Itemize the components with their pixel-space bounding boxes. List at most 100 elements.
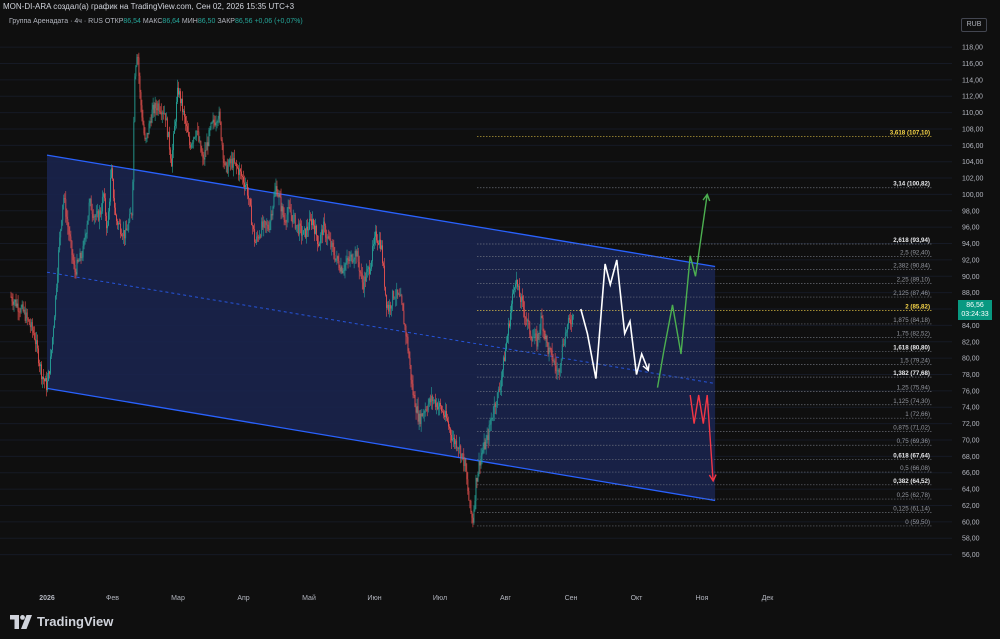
candle-body xyxy=(557,370,559,371)
candle-body xyxy=(533,337,535,339)
time-axis-label: Дек xyxy=(762,595,775,602)
candle-body xyxy=(255,241,257,243)
candle-body xyxy=(18,311,20,313)
candle-body xyxy=(302,230,304,235)
candle-body xyxy=(251,205,252,225)
candle-body xyxy=(259,235,261,239)
candle-body xyxy=(459,445,461,449)
candle-body xyxy=(87,215,89,225)
candle-body xyxy=(226,162,228,173)
candle-body xyxy=(432,400,434,402)
candle-body xyxy=(130,213,132,215)
candle-body xyxy=(142,117,144,125)
candle-body xyxy=(43,376,44,380)
symbol-name[interactable]: Группа Аренадата · 4ч · RUS xyxy=(9,18,103,25)
candle-body xyxy=(280,196,282,212)
candle-body xyxy=(562,344,564,346)
candle-body xyxy=(128,221,130,230)
candle-body xyxy=(356,251,358,257)
candle-body xyxy=(320,234,322,244)
symbol-legend[interactable]: Группа Аренадата · 4ч · RUS ОТКР86,54 МА… xyxy=(9,18,303,25)
candle-body xyxy=(169,149,171,159)
fib-level-label: 3,618 (107,10) xyxy=(890,129,930,136)
candle-body xyxy=(381,245,382,249)
time-axis-label: Фев xyxy=(106,595,119,602)
candle-body xyxy=(176,101,177,122)
candle-body xyxy=(456,440,458,449)
candle-body xyxy=(394,297,396,299)
candle-body xyxy=(461,453,463,458)
candle-body xyxy=(517,279,518,287)
candle-body xyxy=(49,371,50,374)
candle-body xyxy=(450,428,451,435)
candle-body xyxy=(48,371,49,381)
candle-body xyxy=(25,312,27,321)
candle-body xyxy=(244,182,245,188)
candle-body xyxy=(40,364,41,366)
candle-body xyxy=(550,348,552,350)
candle-body xyxy=(365,271,367,282)
candle-body xyxy=(240,169,241,172)
candle-body xyxy=(325,225,327,238)
price-chart[interactable]: 3,618 (107,10) 3,14 (100,82) 2,618 (93,94)… xyxy=(0,0,1000,639)
candle-body xyxy=(399,294,401,297)
candle-body xyxy=(373,244,374,247)
candle-body xyxy=(290,212,292,216)
candle-body xyxy=(110,177,111,202)
candle-body xyxy=(246,184,247,186)
candle-body xyxy=(113,178,114,199)
candle-body xyxy=(98,210,100,221)
candle-body xyxy=(405,325,407,337)
candle-body xyxy=(319,243,321,247)
candle-body xyxy=(491,417,493,420)
candle-body xyxy=(337,256,339,261)
candle-body xyxy=(237,167,239,175)
high-value: 86,64 xyxy=(162,18,180,25)
candle-body xyxy=(233,158,235,163)
price-axis-label: 90,00 xyxy=(962,274,980,281)
candle-body xyxy=(147,133,149,135)
candle-body xyxy=(556,370,558,372)
candle-body xyxy=(24,309,26,321)
candle-body xyxy=(54,316,56,329)
candle-body xyxy=(157,103,159,111)
candle-body xyxy=(277,195,279,197)
fib-level-label: 2,5 (92,40) xyxy=(900,250,930,257)
candle-body xyxy=(313,219,314,226)
candle-body xyxy=(222,144,224,159)
candle-body xyxy=(296,224,298,226)
candle-body xyxy=(285,222,287,223)
candle-body xyxy=(76,259,78,275)
candle-body xyxy=(439,402,440,407)
price-axis-label: 68,00 xyxy=(962,454,980,461)
price-axis-label: 114,00 xyxy=(962,77,983,84)
candle-body xyxy=(522,296,524,301)
candle-body xyxy=(375,231,376,237)
tradingview-logo[interactable]: TradingView xyxy=(10,614,113,629)
candle-body xyxy=(448,421,449,427)
candle-body xyxy=(111,168,112,178)
candle-body xyxy=(433,399,435,401)
time-axis[interactable]: 2026 Фев Мар Апр Май Июн Июл Авг Сен Окт Ноя Дек xyxy=(39,594,774,602)
candle-body xyxy=(303,228,305,231)
candle-body xyxy=(489,424,491,426)
regression-channel[interactable] xyxy=(46,154,716,502)
candle-body xyxy=(328,236,330,239)
brand-name: TradingView xyxy=(37,614,114,629)
candle-body xyxy=(178,87,179,95)
price-axis-label: 100,00 xyxy=(962,192,984,199)
candle-body xyxy=(403,310,405,325)
price-axis-label: 116,00 xyxy=(962,61,983,68)
candle-body xyxy=(536,334,538,347)
candle-body xyxy=(264,220,266,222)
candle-body xyxy=(559,365,561,373)
candle-body xyxy=(317,235,318,245)
candle-body xyxy=(350,254,352,257)
candle-body xyxy=(133,121,135,182)
candle-body xyxy=(354,250,356,260)
candle-body xyxy=(263,220,265,228)
price-axis-label: 62,00 xyxy=(962,503,980,510)
currency-button[interactable]: RUB xyxy=(961,18,987,32)
candle-body xyxy=(308,229,309,231)
candle-body xyxy=(395,297,397,299)
